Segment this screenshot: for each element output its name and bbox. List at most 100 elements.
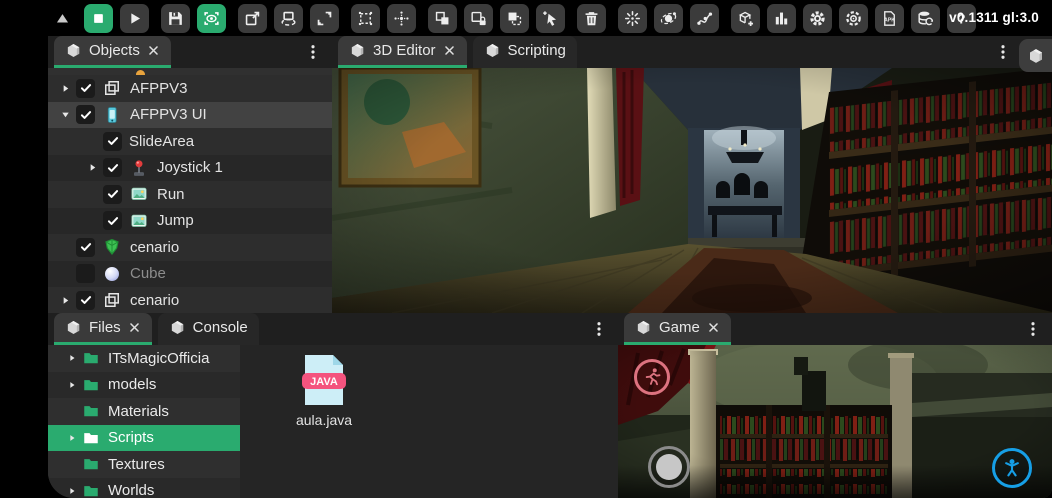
chevron-right-icon[interactable] <box>62 353 82 363</box>
tap-icon <box>541 9 560 28</box>
folder-icon <box>82 482 100 498</box>
tree-row-scripts[interactable]: Scripts <box>48 425 240 452</box>
file-item-aula-java[interactable]: JAVA aula.java <box>278 353 370 428</box>
tab-3d-editor-label: 3D Editor <box>373 42 436 59</box>
close-icon[interactable] <box>707 321 720 334</box>
chevron-right-icon[interactable] <box>81 162 103 173</box>
scale-tool-button[interactable] <box>310 4 339 33</box>
object-row-cube[interactable]: Cube <box>48 261 332 288</box>
objects-kebab-menu-icon[interactable] <box>304 43 322 61</box>
tri-down-icon <box>60 109 71 120</box>
file-name: aula.java <box>296 412 352 428</box>
accessibility-button[interactable] <box>992 448 1032 488</box>
side-panel-toggle-button[interactable] <box>1019 39 1052 72</box>
project-settings-button[interactable] <box>839 4 868 33</box>
node-path-button[interactable] <box>690 4 719 33</box>
clipped-object-row <box>48 68 332 75</box>
tree-row-materials[interactable]: Materials <box>48 398 240 425</box>
play-button[interactable] <box>120 4 149 33</box>
chevron-right-icon[interactable] <box>54 295 76 306</box>
close-icon[interactable] <box>443 44 456 57</box>
bring-forward-button[interactable] <box>428 4 457 33</box>
game-viewport[interactable] <box>618 345 1052 498</box>
tab-files[interactable]: Files <box>54 313 152 345</box>
run-overlay-button[interactable] <box>634 359 670 395</box>
engine-cube-icon <box>484 42 501 59</box>
object-row-afppv3-ui[interactable]: AFPPV3 UI <box>48 102 332 129</box>
pivot-tool-button[interactable] <box>387 4 416 33</box>
visibility-checkbox[interactable] <box>103 132 122 151</box>
objects-panel: Objects AFPPV3AFPPV3 UISlideAreaJoystick… <box>48 36 332 313</box>
joystick-overlay[interactable] <box>648 446 690 488</box>
rect-select-icon <box>356 9 375 28</box>
object-row-run[interactable]: Run <box>48 181 332 208</box>
object-row-cenario[interactable]: cenario <box>48 287 332 313</box>
move-tool-button[interactable] <box>238 4 267 33</box>
object-row-joystick-1[interactable]: Joystick 1 <box>48 155 332 182</box>
visibility-checkbox[interactable] <box>103 158 122 177</box>
stats-button[interactable] <box>767 4 796 33</box>
orbit-view-button[interactable] <box>654 4 683 33</box>
object-row-cenario[interactable]: cenario <box>48 234 332 261</box>
effects-button[interactable] <box>618 4 647 33</box>
visibility-checkbox[interactable] <box>103 185 122 204</box>
files-kebab-menu-icon[interactable] <box>590 320 608 338</box>
sync-database-button[interactable] <box>911 4 940 33</box>
lock-object-button[interactable] <box>464 4 493 33</box>
tab-scripting[interactable]: Scripting <box>473 36 577 68</box>
object-row-slidearea[interactable]: SlideArea <box>48 128 332 155</box>
joystick-knob[interactable] <box>656 454 682 480</box>
save-button[interactable] <box>161 4 190 33</box>
folder-icon <box>82 429 100 447</box>
collapse-toolbar-button[interactable] <box>48 4 77 33</box>
visibility-checkbox[interactable] <box>76 291 95 310</box>
chevron-right-icon[interactable] <box>54 83 76 94</box>
tap-place-button[interactable] <box>536 4 565 33</box>
visibility-button[interactable] <box>197 4 226 33</box>
close-icon[interactable] <box>147 44 160 57</box>
duplicate-button[interactable] <box>500 4 529 33</box>
visibility-checkbox[interactable] <box>76 238 95 257</box>
tree-row-itsmagicofficia[interactable]: ITsMagicOfficia <box>48 345 240 372</box>
rect-select-tool-button[interactable] <box>351 4 380 33</box>
object-label: Jump <box>157 212 194 229</box>
check-icon <box>79 293 93 307</box>
objects-tabbar: Objects <box>48 36 332 68</box>
delete-button[interactable] <box>577 4 606 33</box>
file-grid[interactable]: JAVA aula.java <box>240 345 618 498</box>
tree-row-worlds[interactable]: Worlds <box>48 478 240 498</box>
visibility-checkbox[interactable] <box>103 211 122 230</box>
nodes-icon <box>695 9 714 28</box>
tree-row-textures[interactable]: Textures <box>48 451 240 478</box>
game-kebab-menu-icon[interactable] <box>1024 320 1042 338</box>
chevron-down-icon[interactable] <box>54 109 76 120</box>
object-row-afppv3[interactable]: AFPPV3 <box>48 75 332 102</box>
export-apk-button[interactable] <box>875 4 904 33</box>
tab-3d-editor[interactable]: 3D Editor <box>338 36 467 68</box>
object-row-jump[interactable]: Jump <box>48 208 332 235</box>
3d-viewport[interactable] <box>332 68 1052 313</box>
rotate-tool-button[interactable] <box>274 4 303 33</box>
tab-console[interactable]: Console <box>158 313 259 345</box>
tab-game[interactable]: Game <box>624 313 731 345</box>
eye-icon <box>202 9 221 28</box>
light-dot-icon <box>136 70 145 75</box>
visibility-checkbox[interactable] <box>76 264 95 283</box>
stop-button[interactable] <box>84 4 113 33</box>
tab-objects[interactable]: Objects <box>54 36 171 68</box>
chevron-right-icon[interactable] <box>62 380 82 390</box>
editor-kebab-menu-icon[interactable] <box>994 43 1012 61</box>
close-icon[interactable] <box>128 321 141 334</box>
editor-panel: 3D Editor Scripting <box>332 36 1052 313</box>
chevron-right-icon[interactable] <box>62 433 82 443</box>
tree-row-models[interactable]: models <box>48 372 240 399</box>
tab-game-label: Game <box>659 319 700 336</box>
add-object-button[interactable] <box>731 4 760 33</box>
visibility-checkbox[interactable] <box>76 105 95 124</box>
settings-button[interactable] <box>803 4 832 33</box>
trash-icon <box>582 9 601 28</box>
app-screen: v0.1311 gl:3.0 Objects AFPPV3AFPPV3 UISl… <box>0 0 1052 498</box>
chevron-right-icon[interactable] <box>62 486 82 496</box>
svg-text:JAVA: JAVA <box>310 376 338 388</box>
visibility-checkbox[interactable] <box>76 79 95 98</box>
